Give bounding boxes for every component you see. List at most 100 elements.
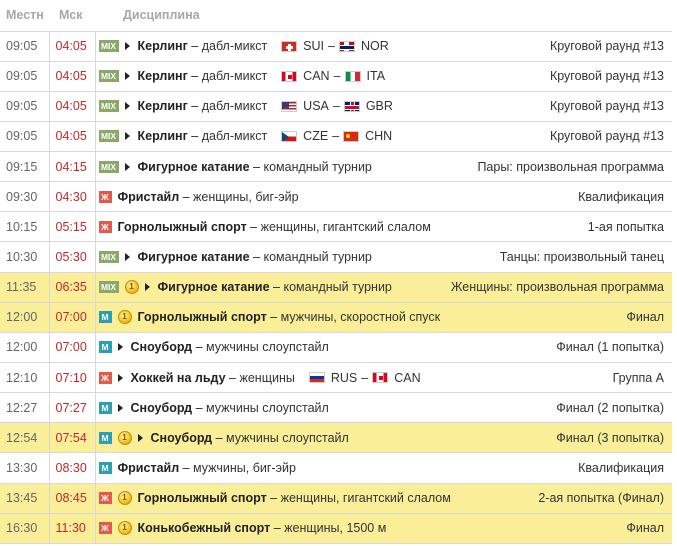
sport-name[interactable]: Керлинг <box>138 69 188 83</box>
mixed-badge: MIX <box>98 130 119 143</box>
table-row[interactable]: 13:45 08:45 Ж 1 Горнолыжный спорт – женщины,… <box>0 483 672 514</box>
sport-name[interactable]: Горнолыжный спорт <box>118 220 247 234</box>
discipline-cell: Ж 1 Конькобежный спорт – женщины, 1500 м Фи… <box>95 513 672 544</box>
table-row[interactable]: 12:27 07:27 М Сноуборд – мужчины слоупстайл… <box>0 392 672 424</box>
table-row[interactable]: 09:05 04:05 MIX Керлинг – дабл-микст CAN – ITA… <box>0 61 672 92</box>
round-info: Женщины: произвольная программа <box>450 280 664 295</box>
table-row[interactable]: 09:05 04:05 MIX Керлинг – дабл-микст USA – GBR… <box>0 91 672 122</box>
expand-arrow-icon[interactable] <box>124 162 130 171</box>
sport-name[interactable]: Хоккей на льду <box>131 371 226 385</box>
event-name: дабл-микст <box>201 69 268 84</box>
local-time: 12:00 <box>0 332 50 364</box>
matchup: RUS – CAN <box>308 370 421 385</box>
matchup: CZE – CHN <box>281 129 392 143</box>
expand-arrow-icon[interactable] <box>117 343 123 352</box>
local-time: 13:30 <box>0 452 50 484</box>
flag-icon <box>281 100 298 112</box>
women-badge: Ж <box>98 371 112 384</box>
sport-name[interactable]: Фигурное катание <box>138 160 250 174</box>
dash-separator: – <box>269 280 284 295</box>
expand-arrow-icon[interactable] <box>124 102 130 111</box>
event-name: женщины, 1500 м <box>284 521 387 536</box>
table-header-row: Местн Мск Дисциплина <box>0 0 672 32</box>
team-code: CZE <box>303 129 329 144</box>
dash-separator: – <box>192 400 207 415</box>
expand-arrow-icon[interactable] <box>137 433 143 442</box>
discipline-cell: MIX Керлинг – дабл-микст CZE – CHN Круговой р… <box>95 121 672 153</box>
expand-arrow-icon[interactable] <box>144 283 150 292</box>
expand-arrow-icon[interactable] <box>124 72 130 81</box>
matchup: SUI – NOR <box>281 39 389 53</box>
table-row[interactable]: 09:05 04:05 MIX Керлинг – дабл-микст CZE – CHN… <box>0 121 672 153</box>
expand-arrow-icon[interactable] <box>124 253 130 262</box>
dash-separator: – <box>187 69 202 84</box>
sport-name[interactable]: Горнолыжный спорт <box>138 310 267 324</box>
discipline-cell: MIX Фигурное катание – командный турнир Та… <box>95 241 672 273</box>
moscow-time: 07:27 <box>49 392 96 424</box>
sport-name[interactable]: Сноуборд <box>131 340 193 354</box>
sport-name[interactable]: Фигурное катание <box>158 280 270 294</box>
sport-name[interactable]: Горнолыжный спорт <box>138 491 267 505</box>
table-row[interactable]: 12:00 07:00 М 1 Горнолыжный спорт – мужчины,… <box>0 302 672 333</box>
discipline-cell: MIX Керлинг – дабл-микст SUI – NOR Круговой р… <box>95 31 672 62</box>
flag-icon <box>344 70 361 82</box>
dash-separator: – <box>246 219 261 234</box>
team-code: RUS <box>330 370 358 385</box>
sport-name[interactable]: Фристайл <box>118 461 180 475</box>
expand-arrow-icon[interactable] <box>124 42 130 51</box>
vs-separator: – <box>332 99 340 114</box>
event-name: командный турнир <box>263 250 372 265</box>
sport-name[interactable]: Фристайл <box>118 190 180 204</box>
local-time: 10:30 <box>0 241 50 273</box>
sport-name[interactable]: Керлинг <box>138 129 188 143</box>
sport-name[interactable]: Керлинг <box>138 99 188 113</box>
sport-name[interactable]: Фигурное катание <box>138 250 250 264</box>
schedule-table: Местн Мск Дисциплина 09:05 04:05 MIX Керлин… <box>0 0 672 544</box>
table-row[interactable]: 09:15 04:15 MIX Фигурное катание – командны… <box>0 151 672 183</box>
moscow-time: 07:54 <box>49 422 96 454</box>
local-time: 09:15 <box>0 151 50 183</box>
discipline-cell: М 1 Горнолыжный спорт – мужчины, скоростно… <box>95 302 672 333</box>
team-code: ITA <box>366 69 386 84</box>
expand-arrow-icon[interactable] <box>117 373 123 382</box>
sport-name[interactable]: Конькобежный спорт <box>138 521 271 535</box>
medal-icon: 1 <box>117 310 132 325</box>
flag-icon <box>281 130 298 142</box>
vs-separator: – <box>361 370 369 385</box>
moscow-time: 04:05 <box>49 91 96 122</box>
moscow-time: 07:10 <box>49 362 96 394</box>
men-badge: М <box>98 341 112 354</box>
sport-name[interactable]: Сноуборд <box>131 401 193 415</box>
table-row[interactable]: 11:35 06:35 MIX 1 Фигурное катание – командн… <box>0 272 672 303</box>
table-row[interactable]: 13:30 08:30 М Фристайл – мужчины, биг-эйр Кв… <box>0 452 672 484</box>
round-info: Финал <box>626 310 664 325</box>
local-time: 09:05 <box>0 31 50 62</box>
expand-arrow-icon[interactable] <box>124 132 130 141</box>
round-info: Пары: произвольная программа <box>477 159 664 174</box>
table-row[interactable]: 12:54 07:54 М 1 Сноуборд – мужчины слоупстай… <box>0 422 672 454</box>
table-row[interactable]: 16:30 11:30 Ж 1 Конькобежный спорт – женщины… <box>0 513 672 544</box>
discipline-cell: Ж Горнолыжный спорт – женщины, гигантский… <box>95 211 672 243</box>
table-row[interactable]: 10:30 05:30 MIX Фигурное катание – командны… <box>0 241 672 273</box>
table-row[interactable]: 09:05 04:05 MIX Керлинг – дабл-микст SUI – NOR… <box>0 31 672 62</box>
expand-arrow-icon[interactable] <box>117 403 123 412</box>
sport-name[interactable]: Сноуборд <box>151 431 213 445</box>
table-row[interactable]: 09:30 04:30 Ж Фристайл – женщины, биг-эйр Кв… <box>0 181 672 213</box>
dash-separator: – <box>266 491 281 506</box>
dash-separator: – <box>187 129 202 144</box>
table-row[interactable]: 10:15 05:15 Ж Горнолыжный спорт – женщины, … <box>0 211 672 243</box>
dash-separator: – <box>179 461 194 476</box>
table-row[interactable]: 12:10 07:10 Ж Хоккей на льду – женщины RUS – C… <box>0 362 672 394</box>
moscow-time: 05:15 <box>49 211 96 243</box>
flag-icon <box>343 130 360 142</box>
mixed-badge: MIX <box>98 40 119 53</box>
dash-separator: – <box>187 99 202 114</box>
women-badge: Ж <box>98 190 112 203</box>
table-row[interactable]: 12:00 07:00 М Сноуборд – мужчины слоупстайл… <box>0 332 672 364</box>
event-name: дабл-микст <box>201 39 268 54</box>
sport-name[interactable]: Керлинг <box>138 39 188 53</box>
discipline-cell: MIX 1 Фигурное катание – командный турнир Ж… <box>95 272 672 303</box>
moscow-time: 07:00 <box>49 302 96 333</box>
header-moscow-time: Мск <box>49 0 95 32</box>
local-time: 09:05 <box>0 121 50 153</box>
